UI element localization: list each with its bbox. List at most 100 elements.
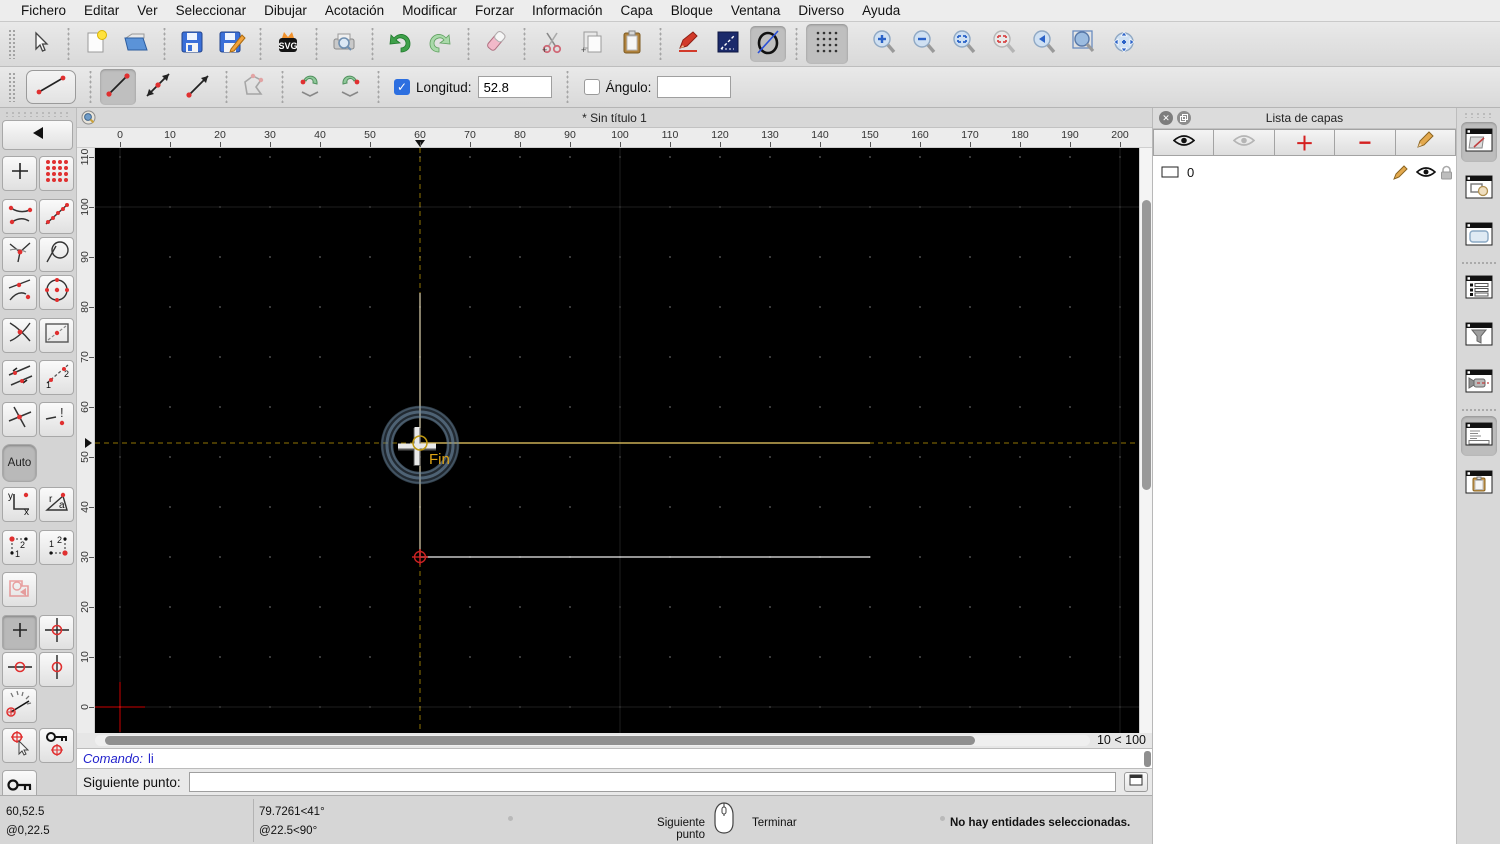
menu-item-ayuda[interactable]: Ayuda [853, 0, 909, 22]
command-input[interactable] [188, 772, 1116, 792]
menu-item-información[interactable]: Información [523, 0, 612, 22]
hide-all-layers-button[interactable] [1214, 129, 1275, 156]
snap-endpoints-button[interactable] [2, 199, 37, 234]
clipboard-dock-button[interactable] [1461, 464, 1497, 504]
layer-edit-icon[interactable] [1393, 164, 1409, 180]
intersection-x-button[interactable] [2, 402, 37, 437]
grid-toggle-button[interactable] [806, 24, 848, 64]
angle-input[interactable] [657, 76, 732, 98]
action-stamp-button[interactable] [2, 572, 37, 607]
undo-button[interactable] [382, 26, 418, 62]
line-ray-button[interactable] [180, 69, 216, 105]
zoom-previous-button[interactable] [1026, 26, 1062, 62]
copy-button[interactable]: + [574, 26, 610, 62]
print-preview-button[interactable] [326, 26, 362, 62]
command-history[interactable]: Comando: li [77, 748, 1152, 769]
select-cursor-button[interactable] [22, 26, 58, 62]
horizontal-scrollbar-thumb[interactable] [105, 736, 975, 745]
save-as-button[interactable] [214, 26, 250, 62]
layer-list-dock-button[interactable] [1461, 122, 1497, 162]
menu-item-diverso[interactable]: Diverso [789, 0, 853, 22]
snap-free-button[interactable] [2, 156, 37, 191]
set-relative-zero-button[interactable] [2, 728, 37, 763]
library-browser-dock-button[interactable] [1461, 216, 1497, 256]
line-segment-mode-button[interactable] [100, 69, 136, 105]
command-widget-dock-button[interactable] [1461, 416, 1497, 456]
corner-ordered-21-button[interactable]: 12 [39, 530, 74, 565]
open-file-button[interactable] [118, 26, 154, 62]
redo-button[interactable] [422, 26, 458, 62]
command-history-scrollbar[interactable] [1144, 751, 1151, 767]
menu-item-editar[interactable]: Editar [75, 0, 128, 22]
lock-relative-zero-button[interactable] [39, 728, 74, 763]
menu-item-fichero[interactable]: Fichero [12, 0, 75, 22]
restrict-orthogonal-button[interactable] [39, 615, 74, 650]
canvas-horizontal-scrollbar[interactable] [95, 735, 1090, 746]
zoom-redraw-button[interactable] [986, 26, 1022, 62]
snap-center-button[interactable] [39, 275, 74, 310]
restrict-horizontal-button[interactable] [2, 652, 37, 687]
drawing-window-titlebar[interactable]: * Sin título 1 [77, 108, 1152, 128]
current-tool-button[interactable] [26, 70, 76, 104]
draw-circle-slash-button[interactable] [750, 26, 786, 62]
export-svg-button[interactable]: SVG [270, 26, 306, 62]
restrict-box-button[interactable] [39, 318, 74, 353]
polyline-close-button[interactable] [236, 69, 272, 105]
zoom-window-button[interactable] [1066, 26, 1102, 62]
zoom-in-button[interactable] [866, 26, 902, 62]
pen-edit-button[interactable] [670, 26, 706, 62]
set-relative-angle-button[interactable] [2, 688, 37, 723]
line-properties-button[interactable] [710, 26, 746, 62]
layer-row[interactable]: 0 [1153, 162, 1456, 182]
snap-intersection-button[interactable] [2, 318, 37, 353]
coord-cartesian-button[interactable]: yx [2, 487, 37, 522]
show-all-layers-button[interactable] [1153, 129, 1215, 156]
snap-tangent-button[interactable] [39, 237, 74, 272]
menu-item-capa[interactable]: Capa [612, 0, 662, 22]
paste-button[interactable] [614, 26, 650, 62]
snap-grid-button[interactable] [39, 156, 74, 191]
canvas-vertical-scrollbar[interactable] [1139, 148, 1152, 733]
toolbar-drag-handle[interactable] [8, 29, 16, 59]
intersection-manual-button[interactable]: ! [39, 402, 74, 437]
new-document-button[interactable] [78, 26, 114, 62]
remove-layer-button[interactable]: − [1335, 129, 1396, 156]
drawing-canvas[interactable]: Fin [95, 148, 1139, 733]
cut-button[interactable]: + [534, 26, 570, 62]
zoom-pan-button[interactable] [1106, 26, 1142, 62]
zoom-out-button[interactable] [906, 26, 942, 62]
redo-segment-button[interactable] [332, 69, 368, 105]
edit-layer-button[interactable] [1395, 129, 1457, 156]
menu-item-ventana[interactable]: Ventana [722, 0, 790, 22]
snap-on-entity-button[interactable] [39, 199, 74, 234]
dock-drag-handle[interactable] [1463, 112, 1495, 118]
block-list-dock-button[interactable] [1461, 169, 1497, 209]
entity-list-dock-button[interactable] [1461, 269, 1497, 309]
menu-item-dibujar[interactable]: Dibujar [255, 0, 316, 22]
line-both-directions-button[interactable] [140, 69, 176, 105]
save-button[interactable] [174, 26, 210, 62]
restrict-vertical-button[interactable] [39, 652, 74, 687]
menu-item-acotación[interactable]: Acotación [316, 0, 393, 22]
zoom-auto-button[interactable] [946, 26, 982, 62]
menu-item-forzar[interactable]: Forzar [466, 0, 523, 22]
snap-middle-button[interactable] [2, 237, 37, 272]
menu-item-bloque[interactable]: Bloque [662, 0, 722, 22]
restrict-nothing-button[interactable] [2, 615, 37, 650]
undo-segment-button[interactable] [292, 69, 328, 105]
layer-visible-icon[interactable] [1416, 166, 1436, 178]
command-detach-button[interactable] [1124, 772, 1148, 792]
snap-nearest-button[interactable] [2, 275, 37, 310]
palette-drag-handle[interactable] [4, 111, 68, 117]
filter-dock-button[interactable] [1461, 316, 1497, 356]
palette-back-button[interactable] [2, 120, 73, 150]
corner-ordered-12-button[interactable]: 12 [2, 530, 37, 565]
coord-polar-button[interactable]: ra [39, 487, 74, 522]
menu-item-ver[interactable]: Ver [128, 0, 166, 22]
length-checkbox[interactable]: ✓ [394, 79, 410, 95]
length-input[interactable] [477, 76, 552, 98]
snap-parallel-button[interactable] [2, 360, 37, 395]
vertical-scrollbar-thumb[interactable] [1142, 200, 1151, 490]
menu-item-modificar[interactable]: Modificar [393, 0, 466, 22]
angle-checkbox[interactable] [583, 79, 600, 95]
